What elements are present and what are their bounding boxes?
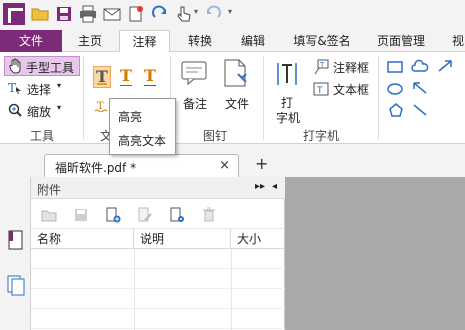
navigation-strip bbox=[0, 177, 31, 330]
quick-access-toolbar: ▾ ▾ bbox=[0, 0, 465, 30]
attachments-panel: 附件 ▸▸ ◂ 名称 说明 大小 bbox=[31, 177, 285, 330]
highlight-dropdown-menu: 高亮 高亮文本 bbox=[109, 98, 176, 155]
underline-indicator bbox=[120, 85, 132, 86]
hand-tool-button[interactable]: 手型工具 bbox=[4, 56, 80, 76]
select-button[interactable]: 选择 bbox=[27, 81, 51, 98]
tab-comment[interactable]: 注释 bbox=[119, 30, 170, 53]
customize-qat-icon[interactable]: ▾ bbox=[228, 7, 232, 16]
table-row bbox=[31, 309, 285, 329]
note-button[interactable]: 备注 bbox=[183, 95, 207, 112]
group-divider bbox=[378, 56, 379, 140]
panel-toolbar bbox=[31, 199, 285, 229]
cloud-icon[interactable] bbox=[411, 59, 429, 73]
file-button[interactable]: 文件 bbox=[225, 95, 249, 112]
strikeout-text-button[interactable]: T bbox=[141, 66, 159, 88]
file-attachment-icon[interactable] bbox=[222, 58, 250, 88]
column-header-name[interactable]: 名称 bbox=[31, 229, 134, 249]
callout-button[interactable]: 注释框 bbox=[333, 59, 369, 76]
squiggly-icon[interactable]: T bbox=[94, 100, 110, 112]
expand-panel-icon[interactable]: ▸▸ bbox=[255, 181, 265, 192]
attachments-panel-icon[interactable] bbox=[7, 229, 25, 251]
hand-dropdown-chevron-icon[interactable]: ▾ bbox=[194, 7, 198, 16]
strikeout-text-glyph: T bbox=[144, 66, 156, 85]
tab-view[interactable]: 视 bbox=[451, 30, 465, 52]
column-divider bbox=[231, 249, 232, 330]
line-icon[interactable] bbox=[412, 103, 428, 117]
save-attachment-icon[interactable] bbox=[73, 207, 89, 223]
tab-fill-sign[interactable]: 填写&签名 bbox=[288, 30, 356, 52]
app-logo bbox=[3, 3, 25, 25]
undo-icon[interactable] bbox=[204, 5, 222, 23]
zoom-icon bbox=[8, 103, 22, 117]
group-divider bbox=[263, 56, 264, 140]
document-tab-label: 福昕软件.pdf * bbox=[55, 161, 137, 175]
note-icon[interactable] bbox=[180, 60, 208, 86]
print-icon[interactable] bbox=[79, 5, 97, 23]
ribbon-tab-bar: 文件 主页 注释 转换 编辑 填写&签名 页面管理 视 bbox=[0, 30, 465, 53]
group-divider bbox=[83, 56, 84, 140]
typewriter-label-2[interactable]: 字机 bbox=[276, 109, 300, 126]
select-text-icon: T bbox=[8, 81, 21, 95]
pentagon-icon[interactable] bbox=[388, 103, 404, 117]
zoom-button[interactable]: 缩放 bbox=[27, 103, 51, 120]
delete-attachment-icon[interactable] bbox=[201, 207, 217, 223]
tab-organize[interactable]: 页面管理 bbox=[372, 30, 430, 52]
menu-item-highlight[interactable]: 高亮 bbox=[118, 108, 142, 125]
save-icon[interactable] bbox=[55, 5, 73, 23]
select-dropdown-chevron-icon[interactable]: ▾ bbox=[57, 81, 61, 90]
new-document-icon[interactable] bbox=[127, 5, 145, 23]
tab-edit[interactable]: 编辑 bbox=[234, 30, 272, 52]
table-row bbox=[31, 269, 285, 289]
textbox-button[interactable]: 文本框 bbox=[333, 81, 369, 98]
tools-group-label: 工具 bbox=[30, 129, 55, 143]
hand-pointer-icon[interactable] bbox=[175, 5, 193, 23]
attachment-settings-icon[interactable] bbox=[169, 207, 185, 223]
textbox-icon: T bbox=[313, 82, 329, 96]
tab-home[interactable]: 主页 bbox=[72, 30, 108, 52]
add-attachment-icon[interactable] bbox=[105, 207, 121, 223]
pin-group-label: 图钉 bbox=[203, 129, 228, 143]
underline-text-button[interactable]: T bbox=[117, 66, 135, 88]
pages-panel-icon[interactable] bbox=[7, 275, 25, 297]
open-folder-icon[interactable] bbox=[31, 5, 49, 23]
rectangle-icon[interactable] bbox=[387, 61, 403, 73]
close-tab-icon[interactable]: × bbox=[219, 158, 230, 173]
document-tab[interactable]: 福昕软件.pdf * × bbox=[44, 154, 239, 177]
table-row bbox=[31, 249, 285, 269]
column-header-size[interactable]: 大小 bbox=[231, 229, 285, 249]
strikeout-indicator bbox=[144, 85, 156, 86]
tab-convert[interactable]: 转换 bbox=[181, 30, 219, 52]
tab-file[interactable]: 文件 bbox=[0, 30, 62, 52]
svg-text:T: T bbox=[316, 86, 323, 96]
typewriter-icon[interactable] bbox=[276, 60, 298, 88]
zoom-dropdown-chevron-icon[interactable]: ▾ bbox=[57, 103, 61, 112]
collapse-panel-icon[interactable]: ◂ bbox=[272, 181, 277, 192]
arrow-icon[interactable] bbox=[437, 59, 453, 73]
highlight-text-button[interactable]: T bbox=[93, 66, 111, 88]
document-tab-bar: 福昕软件.pdf * × + bbox=[0, 144, 465, 177]
highlight-underline bbox=[97, 83, 107, 85]
column-divider bbox=[134, 249, 135, 330]
redo-icon[interactable] bbox=[151, 5, 169, 23]
arrow-up-left-icon[interactable] bbox=[412, 81, 428, 95]
hand-tool-label: 手型工具 bbox=[26, 61, 75, 75]
oval-icon[interactable] bbox=[387, 83, 403, 95]
callout-icon: T bbox=[314, 59, 329, 75]
panel-title: 附件 bbox=[37, 183, 62, 197]
ribbon: 手型工具 T 选择 ▾ 缩放 ▾ 工具 T T T T 文 备注 文件 图钉 打… bbox=[0, 52, 465, 144]
panel-header: 附件 ▸▸ ◂ bbox=[31, 177, 285, 199]
column-header-description[interactable]: 说明 bbox=[134, 229, 231, 249]
svg-text:T: T bbox=[8, 81, 16, 95]
email-icon[interactable] bbox=[103, 5, 121, 23]
edit-description-icon[interactable] bbox=[137, 207, 153, 223]
new-tab-icon[interactable]: + bbox=[255, 154, 268, 173]
svg-text:T: T bbox=[319, 61, 325, 69]
open-attachment-icon[interactable] bbox=[41, 207, 57, 223]
menu-item-highlight-text[interactable]: 高亮文本 bbox=[118, 132, 166, 149]
typewriter-group-label: 打字机 bbox=[303, 129, 340, 143]
underline-text-glyph: T bbox=[120, 66, 132, 85]
table-row bbox=[31, 289, 285, 309]
hand-icon bbox=[9, 58, 21, 74]
